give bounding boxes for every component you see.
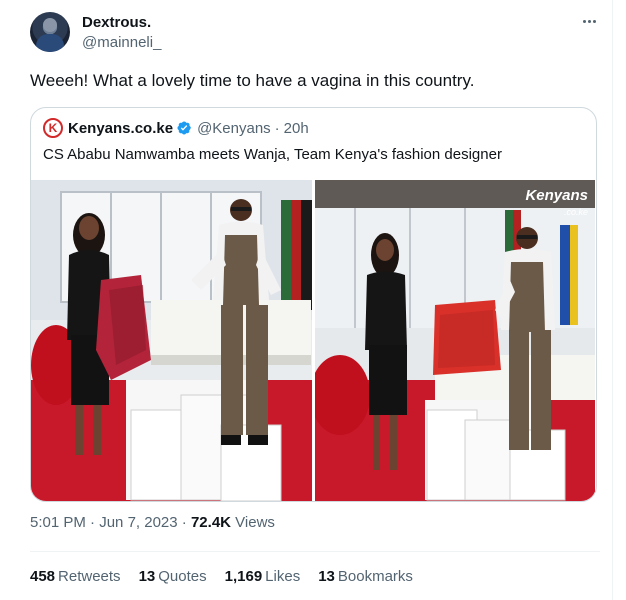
divider xyxy=(30,551,600,552)
quotes-count: 13 xyxy=(138,568,156,585)
photo-grid: Kenyans .co.ke xyxy=(31,180,596,501)
photo-left[interactable] xyxy=(31,180,312,501)
tweet-text: Weeeh! What a lovely time to have a vagi… xyxy=(30,71,475,90)
photo-right-image xyxy=(315,180,595,501)
author-avatar[interactable] xyxy=(30,12,70,52)
quotes-stat[interactable]: 13 Quotes xyxy=(139,568,207,585)
watermark-sub: .co.ke xyxy=(563,207,588,217)
timeline-border xyxy=(612,0,613,600)
views-count: 72.4K xyxy=(190,514,231,531)
separator-dot: · xyxy=(181,514,187,531)
quoted-author-name[interactable]: Kenyans.co.ke xyxy=(68,120,173,137)
engagement-stats: 458 Retweets 13 Quotes 1,169 Likes 13 Bookma… xyxy=(30,568,413,585)
bookmarks-label: Bookmarks xyxy=(337,568,413,585)
quoted-tweet-time[interactable]: 20h xyxy=(284,120,309,137)
separator-dot: · xyxy=(274,119,280,137)
bookmarks-stat[interactable]: 13 Bookmarks xyxy=(318,568,413,585)
more-options-icon[interactable] xyxy=(579,11,599,31)
tweet-date[interactable]: Jun 7, 2023 xyxy=(99,514,177,531)
verified-badge-icon xyxy=(177,121,191,135)
photo-right[interactable]: Kenyans .co.ke xyxy=(315,180,596,501)
quotes-label: Quotes xyxy=(158,568,207,585)
bookmarks-count: 13 xyxy=(318,568,335,585)
photo-watermark: Kenyans .co.ke xyxy=(525,188,588,220)
tweet-meta: 5:01 PM · Jun 7, 2023 · 72.4K Views xyxy=(30,514,275,531)
quoted-tweet-card[interactable]: K Kenyans.co.ke @Kenyans · 20h CS Ababu … xyxy=(30,107,597,502)
photo-left-image xyxy=(31,180,312,501)
quoted-author-handle[interactable]: @Kenyans xyxy=(197,120,271,137)
tweet-time[interactable]: 5:01 PM xyxy=(30,514,86,531)
author-display-name[interactable]: Dextrous. xyxy=(82,14,151,31)
likes-label: Likes xyxy=(265,568,301,585)
views-label: Views xyxy=(235,514,275,531)
quoted-tweet-header: K Kenyans.co.ke @Kenyans · 20h xyxy=(43,118,309,138)
quoted-tweet-text: CS Ababu Namwamba meets Wanja, Team Keny… xyxy=(43,146,502,163)
retweets-stat[interactable]: 458 Retweets xyxy=(30,568,121,585)
separator-dot: · xyxy=(90,514,96,531)
watermark-main: Kenyans xyxy=(525,187,588,204)
retweets-count: 458 xyxy=(30,568,56,585)
tweet-header: Dextrous. @mainneli_ xyxy=(30,8,605,58)
likes-count: 1,169 xyxy=(224,568,263,585)
retweets-label: Retweets xyxy=(58,568,121,585)
author-handle[interactable]: @mainneli_ xyxy=(82,34,161,51)
kenyans-avatar[interactable]: K xyxy=(43,118,63,138)
likes-stat[interactable]: 1,169 Likes xyxy=(225,568,301,585)
